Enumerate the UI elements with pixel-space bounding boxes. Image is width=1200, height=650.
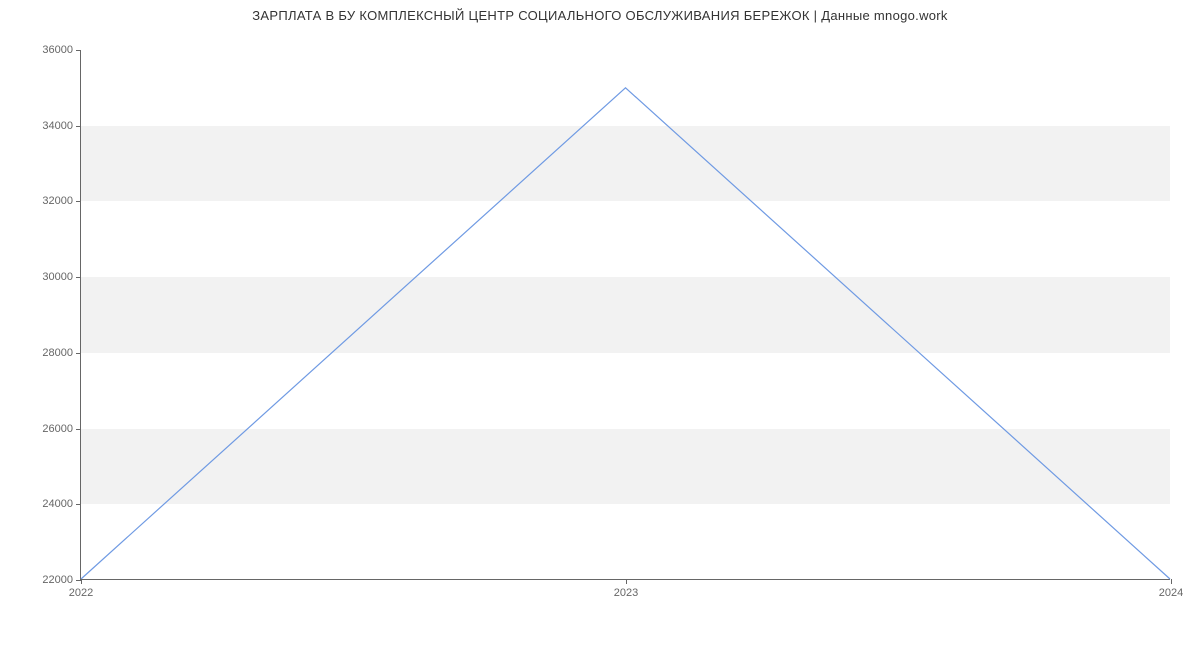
chart-title: ЗАРПЛАТА В БУ КОМПЛЕКСНЫЙ ЦЕНТР СОЦИАЛЬН… xyxy=(0,8,1200,23)
plot-area: 2200024000260002800030000320003400036000… xyxy=(80,50,1170,580)
y-tick-label: 22000 xyxy=(42,574,73,586)
y-tick-mark xyxy=(76,429,81,430)
y-tick-mark xyxy=(76,277,81,278)
y-tick-label: 26000 xyxy=(42,423,73,435)
x-tick-mark xyxy=(81,579,82,584)
x-tick-label: 2022 xyxy=(69,587,93,599)
y-tick-mark xyxy=(76,126,81,127)
x-tick-mark xyxy=(626,579,627,584)
y-tick-mark xyxy=(76,50,81,51)
y-tick-label: 36000 xyxy=(42,44,73,56)
y-tick-label: 34000 xyxy=(42,120,73,132)
line-series xyxy=(81,50,1170,579)
y-tick-mark xyxy=(76,201,81,202)
x-tick-mark xyxy=(1171,579,1172,584)
chart-container: ЗАРПЛАТА В БУ КОМПЛЕКСНЫЙ ЦЕНТР СОЦИАЛЬН… xyxy=(0,0,1200,650)
x-tick-label: 2024 xyxy=(1159,587,1183,599)
y-tick-mark xyxy=(76,353,81,354)
x-tick-label: 2023 xyxy=(614,587,638,599)
y-tick-label: 32000 xyxy=(42,195,73,207)
y-tick-label: 28000 xyxy=(42,347,73,359)
y-tick-label: 24000 xyxy=(42,498,73,510)
y-tick-mark xyxy=(76,504,81,505)
y-tick-label: 30000 xyxy=(42,271,73,283)
